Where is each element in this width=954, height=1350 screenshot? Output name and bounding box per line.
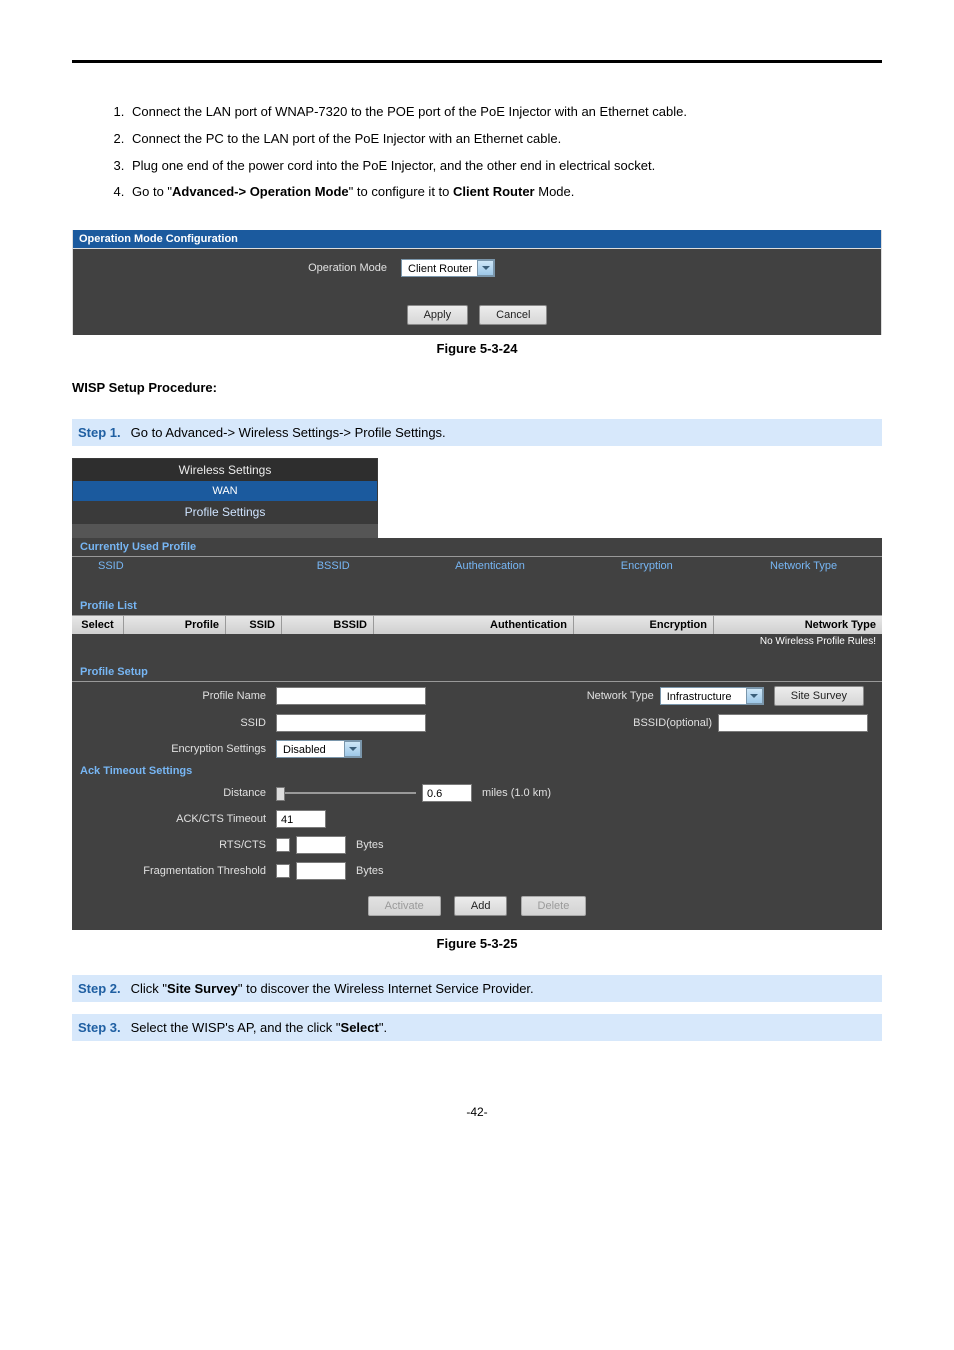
bssid-input[interactable] xyxy=(718,714,868,732)
bytes-label: Bytes xyxy=(352,865,388,877)
operation-mode-value: Client Router xyxy=(408,263,472,275)
profile-settings-panel: Currently Used Profile SSID BSSID Authen… xyxy=(72,538,882,930)
chevron-down-icon[interactable] xyxy=(477,260,494,276)
operation-mode-titlebar: Operation Mode Configuration xyxy=(73,230,881,249)
col-net: Network Type xyxy=(725,560,882,572)
encryption-settings-label: Encryption Settings xyxy=(80,743,270,755)
chevron-down-icon[interactable] xyxy=(344,741,361,757)
network-type-label: Network Type xyxy=(587,690,654,702)
list-item: Plug one end of the power cord into the … xyxy=(128,153,882,180)
rts-cts-checkbox[interactable] xyxy=(276,838,290,852)
distance-label: Distance xyxy=(80,787,270,799)
add-button[interactable]: Add xyxy=(454,896,508,916)
figure-caption: Figure 5-3-24 xyxy=(72,341,882,356)
distance-slider[interactable] xyxy=(276,789,416,797)
step-1-box: Step 1. Go to Advanced-> Wireless Settin… xyxy=(72,419,882,446)
step-3-box: Step 3. Select the WISP's AP, and the cl… xyxy=(72,1014,882,1041)
ack-cts-input[interactable]: 41 xyxy=(276,810,326,828)
th-enc: Encryption xyxy=(574,616,714,634)
distance-value-input[interactable]: 0.6 xyxy=(422,784,472,802)
th-profile: Profile xyxy=(124,616,226,634)
operation-mode-select[interactable]: Client Router xyxy=(401,259,495,277)
network-type-select[interactable]: Infrastructure xyxy=(660,687,764,705)
txt: Mode. xyxy=(535,184,575,199)
nav-profile-settings[interactable]: Profile Settings xyxy=(73,501,377,523)
step-3-text: Select the WISP's AP, and the click "Sel… xyxy=(131,1020,387,1035)
step-2-box: Step 2. Click "Site Survey" to discover … xyxy=(72,975,882,1002)
ssid-label: SSID xyxy=(80,717,270,729)
profile-list-empty: No Wireless Profile Rules! xyxy=(72,634,882,649)
rts-cts-input[interactable] xyxy=(296,836,346,854)
th-ssid: SSID xyxy=(226,616,282,634)
step-2-text: Click "Site Survey" to discover the Wire… xyxy=(131,981,534,996)
col-ssid: SSID xyxy=(72,560,255,572)
txt-bold: Advanced-> Operation Mode xyxy=(172,184,349,199)
txt-bold: Client Router xyxy=(453,184,535,199)
nav-wan[interactable]: WAN xyxy=(73,481,377,501)
txt: ". xyxy=(379,1020,387,1035)
profile-list-header: Select Profile SSID BSSID Authentication… xyxy=(72,616,882,634)
txt-bold: Select xyxy=(341,1020,379,1035)
currently-used-header: SSID BSSID Authentication Encryption Net… xyxy=(72,557,882,575)
page-number: -42- xyxy=(72,1105,882,1119)
fragmentation-label: Fragmentation Threshold xyxy=(80,865,270,877)
wisp-procedure-heading: WISP Setup Procedure: xyxy=(72,380,882,395)
txt-bold: Site Survey xyxy=(167,981,238,996)
nav-gap xyxy=(72,524,378,538)
top-rule xyxy=(72,60,882,63)
currently-used-profile-title: Currently Used Profile xyxy=(72,538,882,557)
step-1-text: Go to Advanced-> Wireless Settings-> Pro… xyxy=(131,425,446,440)
nav-wireless-settings[interactable]: Wireless Settings xyxy=(73,459,377,481)
step-1-label: Step 1. xyxy=(78,425,121,440)
apply-button[interactable]: Apply xyxy=(407,305,469,325)
bytes-label: Bytes xyxy=(352,839,388,851)
ack-timeout-title: Ack Timeout Settings xyxy=(72,762,882,780)
col-bssid: BSSID xyxy=(255,560,412,572)
operation-mode-panel: Operation Mode Configuration Operation M… xyxy=(72,230,882,335)
ack-cts-label: ACK/CTS Timeout xyxy=(80,813,270,825)
step-3-label: Step 3. xyxy=(78,1020,121,1035)
profile-name-input[interactable] xyxy=(276,687,426,705)
col-enc: Encryption xyxy=(568,560,725,572)
bssid-optional-label: BSSID(optional) xyxy=(633,717,712,729)
encryption-select[interactable]: Disabled xyxy=(276,740,362,758)
txt: Go to " xyxy=(132,184,172,199)
wireless-settings-nav: Wireless Settings WAN Profile Settings xyxy=(72,458,378,524)
th-net: Network Type xyxy=(714,616,882,634)
th-auth: Authentication xyxy=(374,616,574,634)
figure-caption: Figure 5-3-25 xyxy=(72,936,882,951)
encryption-value: Disabled xyxy=(283,744,326,756)
list-item: Connect the LAN port of WNAP-7320 to the… xyxy=(128,99,882,126)
slider-thumb[interactable] xyxy=(276,787,285,801)
network-type-value: Infrastructure xyxy=(667,691,732,703)
site-survey-button[interactable]: Site Survey xyxy=(774,686,864,706)
fragmentation-checkbox[interactable] xyxy=(276,864,290,878)
fragmentation-input[interactable] xyxy=(296,862,346,880)
rts-cts-label: RTS/CTS xyxy=(80,839,270,851)
step-2-label: Step 2. xyxy=(78,981,121,996)
list-item: Go to "Advanced-> Operation Mode" to con… xyxy=(128,179,882,206)
distance-units: miles (1.0 km) xyxy=(478,787,555,799)
ssid-input[interactable] xyxy=(276,714,426,732)
txt: " to configure it to xyxy=(349,184,453,199)
profile-name-label: Profile Name xyxy=(80,690,270,702)
profile-list-title: Profile List xyxy=(72,597,882,616)
th-bssid: BSSID xyxy=(282,616,374,634)
operation-mode-label: Operation Mode xyxy=(73,262,393,274)
th-select: Select xyxy=(72,616,124,634)
delete-button: Delete xyxy=(521,896,587,916)
activate-button: Activate xyxy=(368,896,441,916)
list-item: Connect the PC to the LAN port of the Po… xyxy=(128,126,882,153)
profile-setup-title: Profile Setup xyxy=(72,663,882,682)
txt: Click " xyxy=(131,981,167,996)
txt: Select the WISP's AP, and the click " xyxy=(131,1020,341,1035)
cancel-button[interactable]: Cancel xyxy=(479,305,547,325)
chevron-down-icon[interactable] xyxy=(746,688,763,704)
col-auth: Authentication xyxy=(412,560,569,572)
numbered-list: Connect the LAN port of WNAP-7320 to the… xyxy=(72,99,882,206)
txt: " to discover the Wireless Internet Serv… xyxy=(238,981,534,996)
